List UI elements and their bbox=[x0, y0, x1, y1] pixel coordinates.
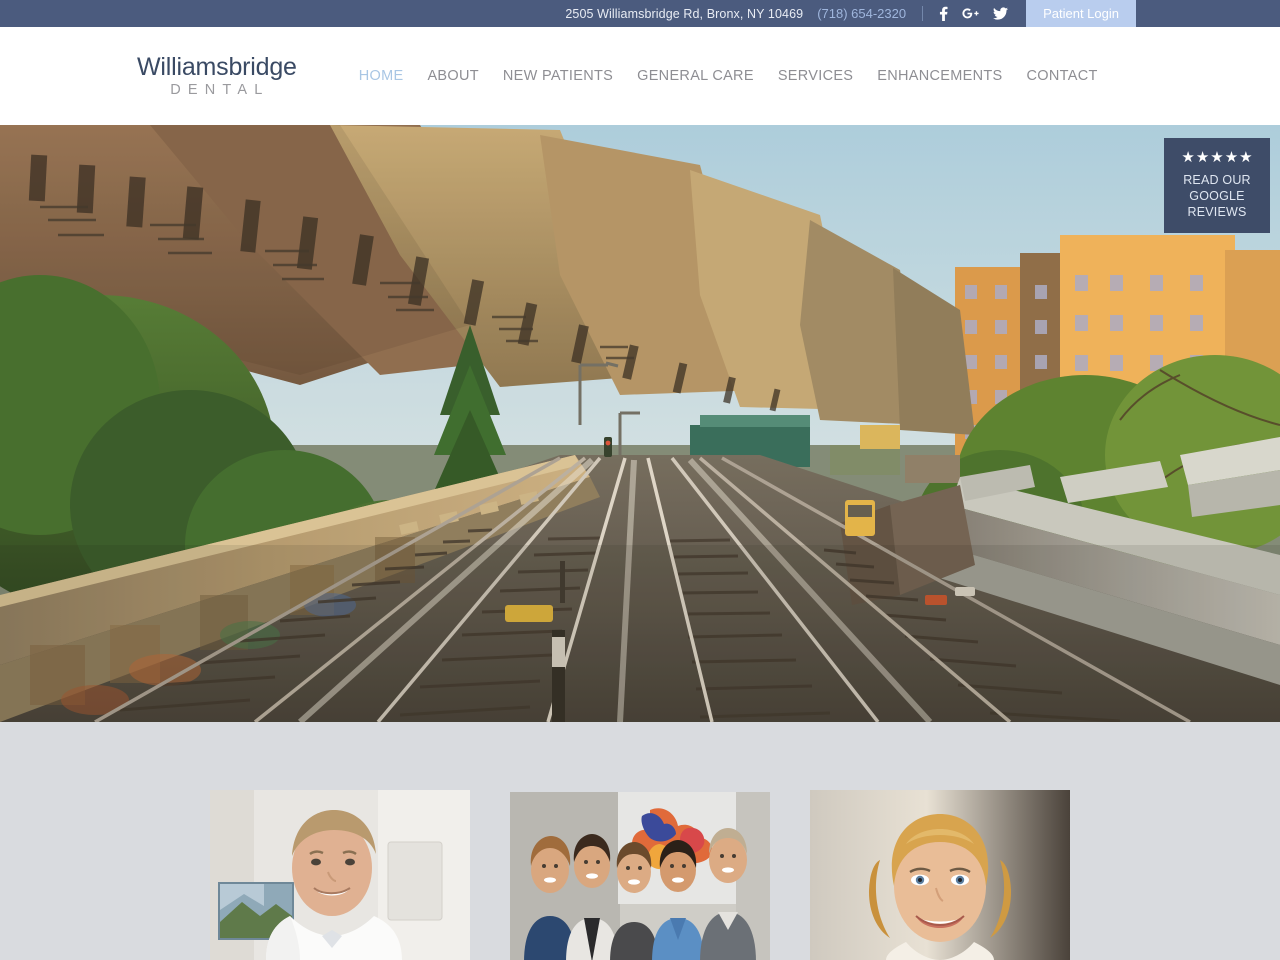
gallery-card-patient-smile[interactable] bbox=[810, 790, 1070, 960]
nav-item-general-care[interactable]: GENERAL CARE bbox=[637, 68, 754, 84]
google-plus-icon[interactable] bbox=[962, 7, 979, 20]
nav-item-contact[interactable]: CONTACT bbox=[1027, 68, 1098, 84]
nav-item-new-patients[interactable]: NEW PATIENTS bbox=[503, 68, 613, 84]
top-utility-bar: 2505 Williamsbridge Rd, Bronx, NY 10469 … bbox=[0, 0, 1280, 27]
star-icon: ★ bbox=[1224, 149, 1239, 166]
logo-secondary-text: DENTAL bbox=[170, 82, 270, 99]
reviews-label-line1: READ OUR bbox=[1183, 173, 1251, 187]
hero-banner: ★ ★ ★ ★ ★ READ OUR GOOGLE REVIEWS bbox=[0, 125, 1280, 722]
logo-primary-text: Williamsbridge bbox=[137, 52, 297, 81]
star-icon: ★ bbox=[1195, 149, 1210, 166]
nav-item-home[interactable]: HOME bbox=[359, 68, 404, 84]
gallery-section bbox=[0, 722, 1280, 960]
office-address: 2505 Williamsbridge Rd, Bronx, NY 10469 bbox=[565, 6, 804, 21]
top-utility-bar-inner: 2505 Williamsbridge Rd, Bronx, NY 10469 … bbox=[565, 0, 1280, 27]
social-links bbox=[939, 6, 1026, 21]
gallery-card-team-photo[interactable] bbox=[510, 792, 770, 960]
phone-link[interactable]: (718) 654-2320 bbox=[817, 6, 922, 21]
star-rating: ★ ★ ★ ★ ★ bbox=[1172, 150, 1262, 165]
gallery-row bbox=[210, 790, 1070, 960]
star-icon: ★ bbox=[1210, 149, 1224, 166]
gallery-card-dentist-portrait[interactable] bbox=[210, 790, 470, 960]
star-icon: ★ bbox=[1181, 149, 1195, 166]
nav-item-services[interactable]: SERVICES bbox=[778, 68, 853, 84]
nav-item-enhancements[interactable]: ENHANCEMENTS bbox=[877, 68, 1002, 84]
reviews-label-line3: REVIEWS bbox=[1187, 205, 1247, 219]
twitter-icon[interactable] bbox=[993, 7, 1009, 20]
main-navigation: HOME ABOUT NEW PATIENTS GENERAL CARE SER… bbox=[359, 68, 1098, 84]
site-logo[interactable]: Williamsbridge DENTAL bbox=[137, 52, 297, 99]
site-header: Williamsbridge DENTAL HOME ABOUT NEW PAT… bbox=[0, 27, 1280, 125]
patient-login-button[interactable]: Patient Login bbox=[1026, 0, 1136, 27]
facebook-icon[interactable] bbox=[939, 6, 948, 21]
star-icon: ★ bbox=[1239, 149, 1253, 166]
google-reviews-badge[interactable]: ★ ★ ★ ★ ★ READ OUR GOOGLE REVIEWS bbox=[1164, 138, 1270, 233]
nav-item-about[interactable]: ABOUT bbox=[427, 68, 478, 84]
reviews-label-line2: GOOGLE bbox=[1189, 189, 1245, 203]
hero-image bbox=[0, 125, 1280, 722]
topbar-divider bbox=[922, 6, 924, 21]
